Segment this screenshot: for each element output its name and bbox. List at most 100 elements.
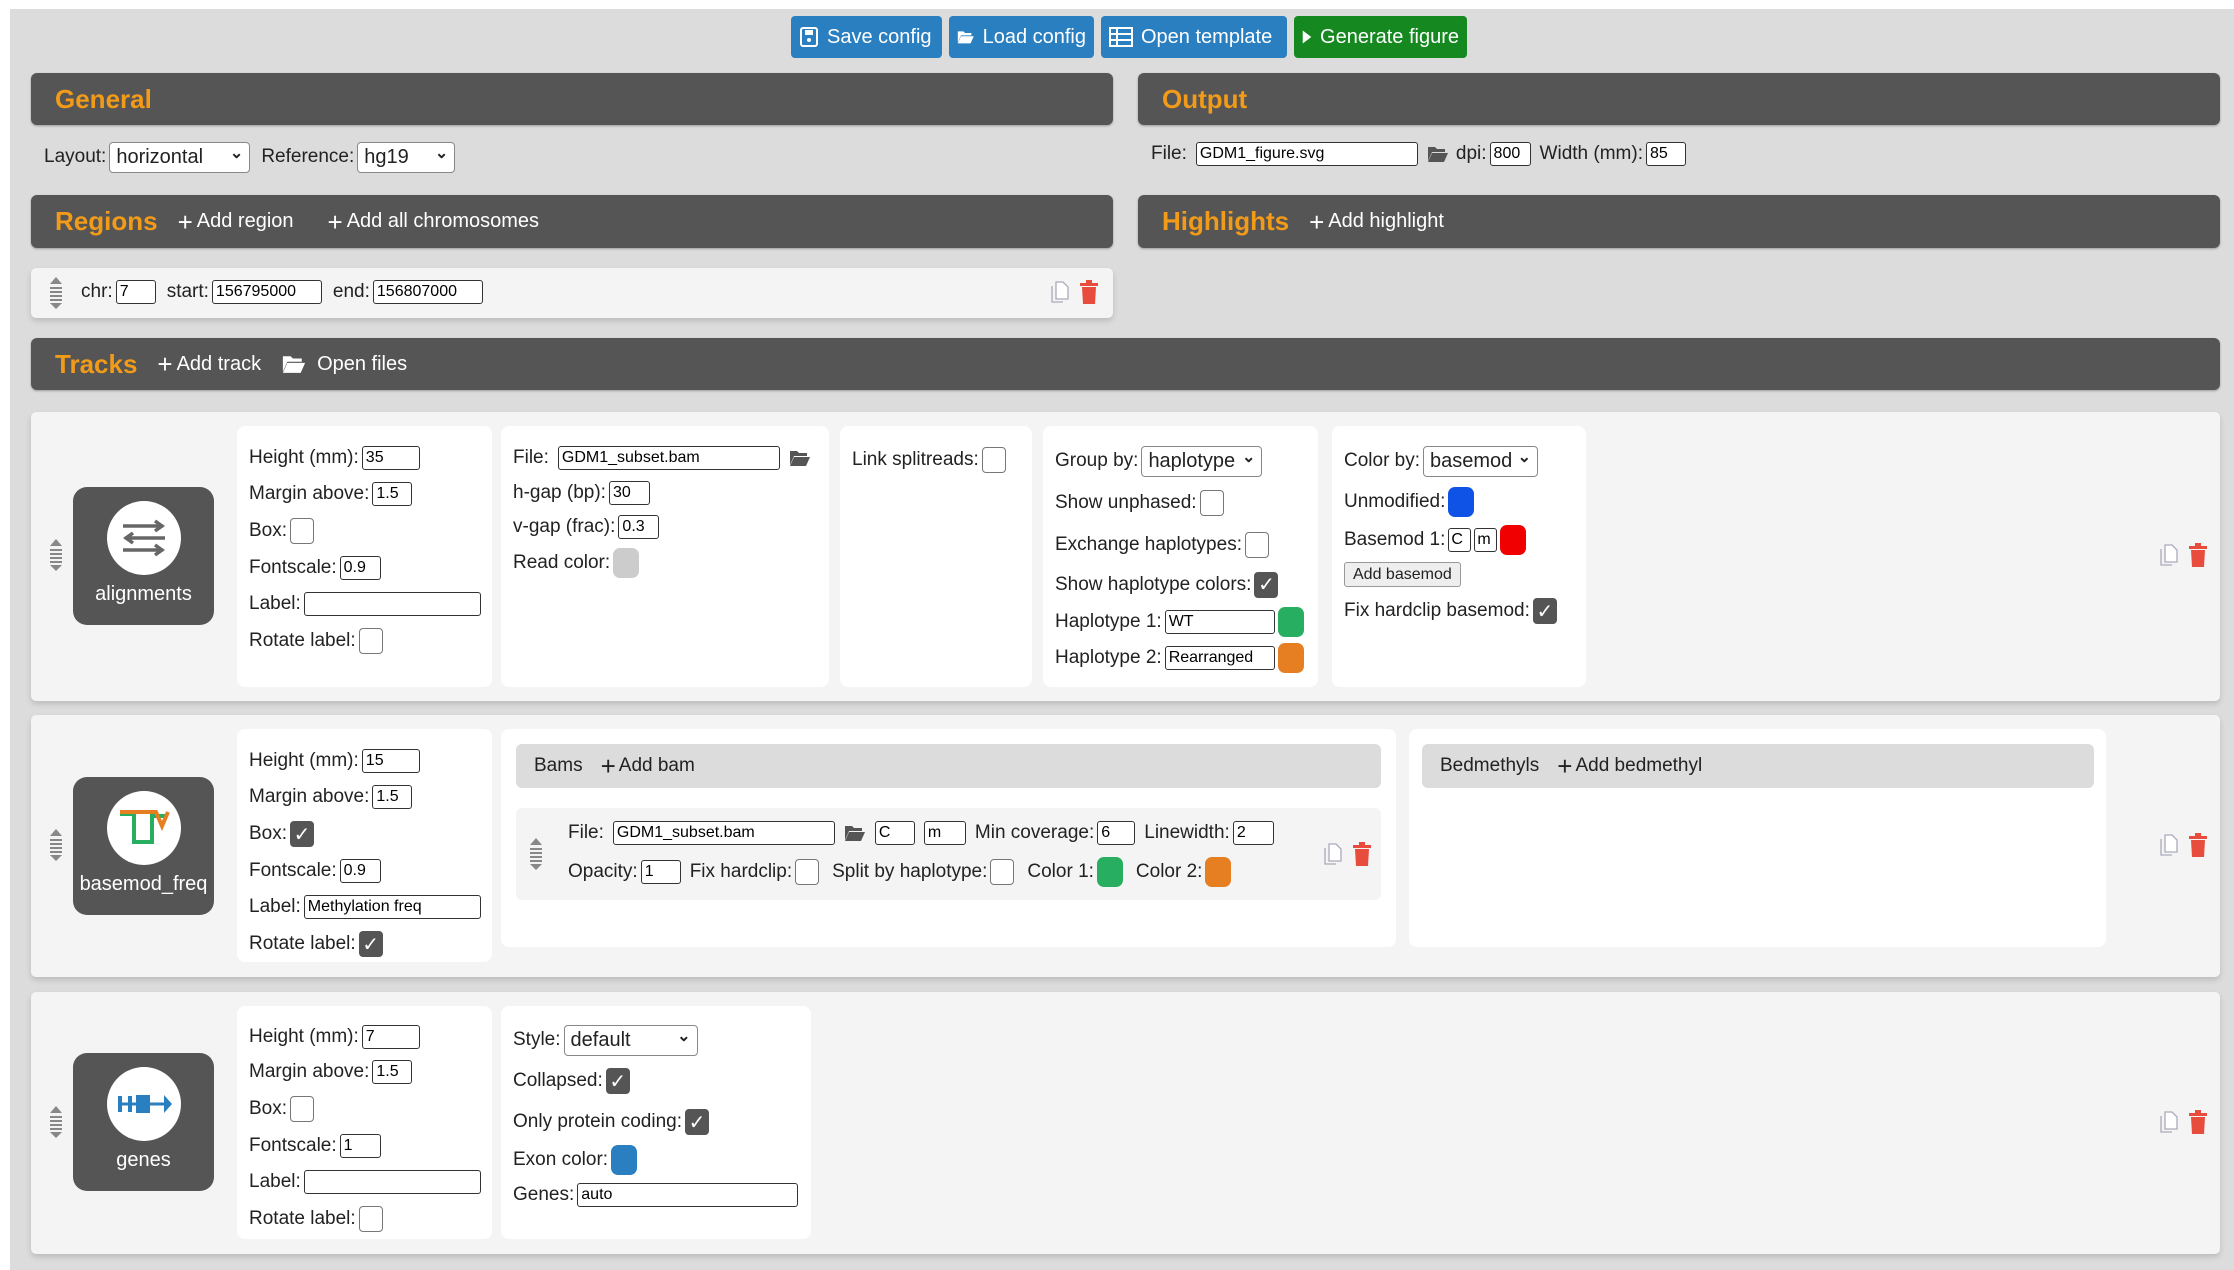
load-config-button[interactable]: Load config (949, 16, 1094, 58)
label-input[interactable] (303, 895, 481, 919)
fontscale-input[interactable] (339, 556, 381, 580)
show-haplotype-colors-checkbox[interactable]: ✓ (1254, 571, 1279, 598)
file-input[interactable] (557, 446, 780, 470)
genes-input[interactable] (577, 1183, 799, 1207)
add-highlight-label: Add highlight (1328, 210, 1444, 232)
fix-hardclip-basemod-checkbox[interactable]: ✓ (1532, 598, 1557, 624)
basemod1-base-input[interactable] (1448, 528, 1472, 552)
rotate-label-checkbox[interactable] (358, 628, 383, 654)
read-color-swatch[interactable] (613, 548, 640, 578)
show-unphased-checkbox[interactable] (1199, 490, 1224, 516)
copy-icon[interactable] (1051, 281, 1069, 303)
color-by-select[interactable]: basemod (1423, 445, 1539, 477)
copy-icon[interactable] (2160, 1111, 2178, 1133)
add-all-chromosomes-button[interactable]: + Add all chromosomes (328, 209, 540, 235)
trash-icon[interactable] (2188, 833, 2208, 857)
copy-icon[interactable] (1324, 843, 1342, 865)
open-template-button[interactable]: Open template (1101, 16, 1287, 58)
dpi-input[interactable] (1489, 142, 1531, 166)
bam-mod-input[interactable] (923, 821, 966, 845)
box-checkbox[interactable]: ✓ (290, 821, 315, 847)
unmodified-color-swatch[interactable] (1448, 487, 1475, 517)
height-input[interactable] (361, 749, 420, 773)
exchange-haplotypes-checkbox[interactable] (1244, 531, 1269, 558)
bam-base-input[interactable] (874, 821, 915, 845)
group-by-select[interactable]: haplotype (1141, 445, 1263, 477)
split-by-haplotype-checkbox[interactable] (990, 859, 1015, 885)
copy-icon[interactable] (2160, 544, 2178, 566)
style-select[interactable]: default (563, 1024, 698, 1056)
trash-icon[interactable] (1079, 280, 1099, 304)
add-bedmethyl-button[interactable]: + Add bedmethyl (1557, 753, 1702, 779)
show-haplotype-colors-label: Show haplotype colors: (1055, 573, 1252, 595)
box-checkbox[interactable] (290, 518, 315, 544)
rotate-label-checkbox[interactable]: ✓ (358, 931, 383, 957)
collapsed-checkbox[interactable]: ✓ (605, 1068, 630, 1094)
only-protein-coding-checkbox[interactable]: ✓ (685, 1109, 709, 1135)
reference-select[interactable]: hg19 (357, 141, 456, 173)
add-basemod-button[interactable]: Add basemod (1344, 562, 1461, 587)
fix-hardclip-checkbox[interactable] (795, 859, 820, 885)
opacity-input[interactable] (640, 860, 681, 884)
color-by-label: Color by: (1344, 450, 1421, 471)
label-input[interactable] (303, 1170, 481, 1194)
add-track-button[interactable]: + Add track (157, 351, 261, 377)
color2-swatch[interactable] (1205, 857, 1232, 887)
drag-handle-icon[interactable] (48, 828, 64, 862)
bam-file-input[interactable] (612, 821, 835, 845)
haplotype1-input[interactable] (1164, 610, 1275, 634)
basemod1-mod-input[interactable] (1474, 528, 1498, 552)
trash-icon[interactable] (1352, 842, 1372, 866)
link-splitreads-checkbox[interactable] (981, 447, 1006, 473)
add-bam-button[interactable]: + Add bam (601, 753, 695, 779)
height-input[interactable] (361, 446, 420, 470)
drag-handle-icon[interactable] (48, 276, 64, 310)
color1-swatch[interactable] (1096, 857, 1123, 887)
drag-handle-icon[interactable] (48, 538, 64, 572)
exon-color-swatch[interactable] (611, 1145, 638, 1175)
haplotype2-input[interactable] (1164, 646, 1275, 670)
folder-open-icon[interactable] (789, 449, 811, 467)
copy-icon[interactable] (2160, 834, 2178, 856)
fontscale-input[interactable] (339, 859, 381, 883)
save-config-button[interactable]: Save config (791, 16, 942, 58)
drag-handle-icon[interactable] (528, 837, 544, 871)
open-files-button[interactable]: Open files (281, 353, 407, 376)
end-input[interactable] (372, 280, 483, 304)
trash-icon[interactable] (2188, 543, 2208, 567)
rotate-label: Rotate label: (249, 1208, 356, 1229)
haplotype2-color-swatch[interactable] (1277, 643, 1304, 673)
drag-handle-icon[interactable] (48, 1105, 64, 1139)
box-checkbox[interactable] (290, 1096, 315, 1122)
end-label: end: (332, 281, 370, 302)
plus-icon: + (177, 206, 193, 237)
haplotype1-color-swatch[interactable] (1277, 607, 1304, 637)
add-highlight-button[interactable]: + Add highlight (1309, 209, 1444, 235)
min-coverage-input[interactable] (1097, 821, 1136, 845)
vgap-input[interactable] (618, 515, 660, 539)
hgap-input[interactable] (608, 481, 650, 505)
folder-open-icon[interactable] (844, 824, 866, 842)
chr-input[interactable] (115, 280, 156, 304)
margin-input[interactable] (372, 785, 413, 809)
collapsed-label: Collapsed: (513, 1070, 603, 1091)
width-input[interactable] (1645, 142, 1686, 166)
add-region-button[interactable]: + Add region (178, 209, 294, 235)
trash-icon[interactable] (2188, 1110, 2208, 1134)
start-input[interactable] (211, 280, 322, 304)
margin-input[interactable] (372, 482, 413, 506)
margin-input[interactable] (372, 1060, 413, 1084)
generate-figure-button[interactable]: Generate figure (1294, 16, 1467, 58)
save-config-label: Save config (827, 25, 932, 48)
bedmethyls-panel: Bedmethyls + Add bedmethyl (1409, 729, 2106, 947)
label-input[interactable] (303, 592, 481, 616)
folder-open-icon[interactable] (1427, 145, 1449, 163)
output-file-input[interactable] (1195, 142, 1418, 166)
basemod1-color-swatch[interactable] (1500, 525, 1527, 555)
rotate-label-checkbox[interactable] (358, 1206, 383, 1232)
margin-label: Margin above: (249, 483, 370, 504)
fontscale-input[interactable] (339, 1134, 381, 1158)
layout-select[interactable]: horizontal (109, 141, 251, 173)
linewidth-input[interactable] (1232, 821, 1274, 845)
height-input[interactable] (361, 1025, 420, 1049)
